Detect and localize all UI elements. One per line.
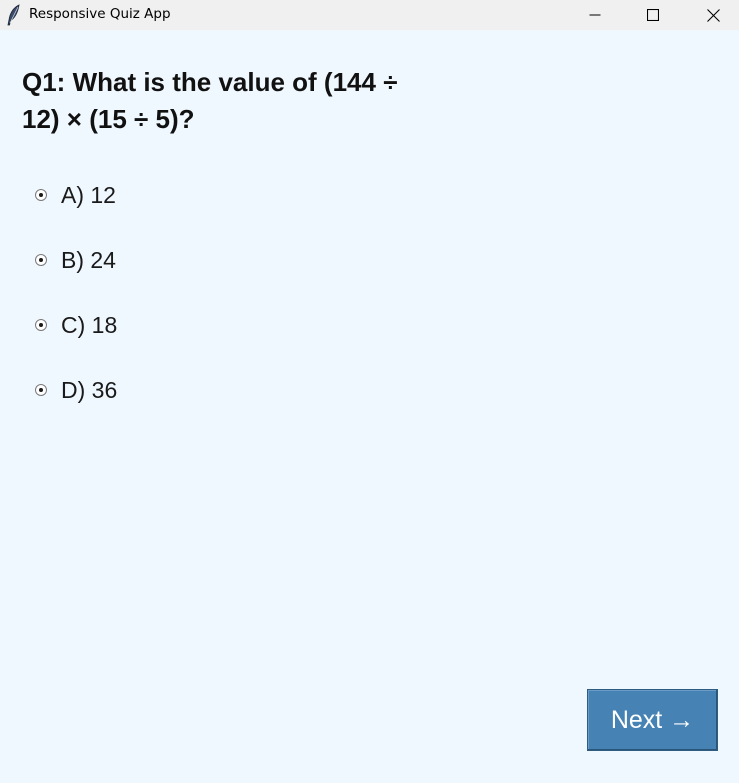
radio-button[interactable] [35, 189, 47, 201]
option-label: B) 24 [61, 246, 116, 273]
option-label: D) 36 [61, 376, 118, 403]
next-button[interactable]: Next → [587, 689, 718, 751]
maximize-button[interactable] [624, 0, 682, 30]
option-c[interactable]: C) 18 [35, 311, 117, 339]
quiz-panel: Q1: What is the value of (144 ÷ 12) × (1… [0, 30, 739, 783]
close-button[interactable] [684, 0, 739, 30]
title-bar[interactable]: Responsive Quiz App [0, 0, 739, 30]
radio-button[interactable] [35, 319, 47, 331]
option-b[interactable]: B) 24 [35, 246, 116, 274]
window-title: Responsive Quiz App [29, 6, 171, 22]
option-d[interactable]: D) 36 [35, 376, 117, 404]
app-window: Responsive Quiz App Q1: What is the valu… [0, 0, 739, 783]
maximize-icon [647, 9, 659, 21]
close-icon [706, 8, 720, 22]
feather-icon [6, 4, 22, 26]
radio-button[interactable] [35, 384, 47, 396]
minimize-icon [589, 14, 601, 16]
question-text: Q1: What is the value of (144 ÷ 12) × (1… [22, 67, 398, 134]
minimize-button[interactable] [566, 0, 624, 30]
option-a[interactable]: A) 12 [35, 181, 116, 209]
option-label: A) 12 [61, 181, 116, 208]
radio-button[interactable] [35, 254, 47, 266]
option-label: C) 18 [61, 311, 118, 338]
